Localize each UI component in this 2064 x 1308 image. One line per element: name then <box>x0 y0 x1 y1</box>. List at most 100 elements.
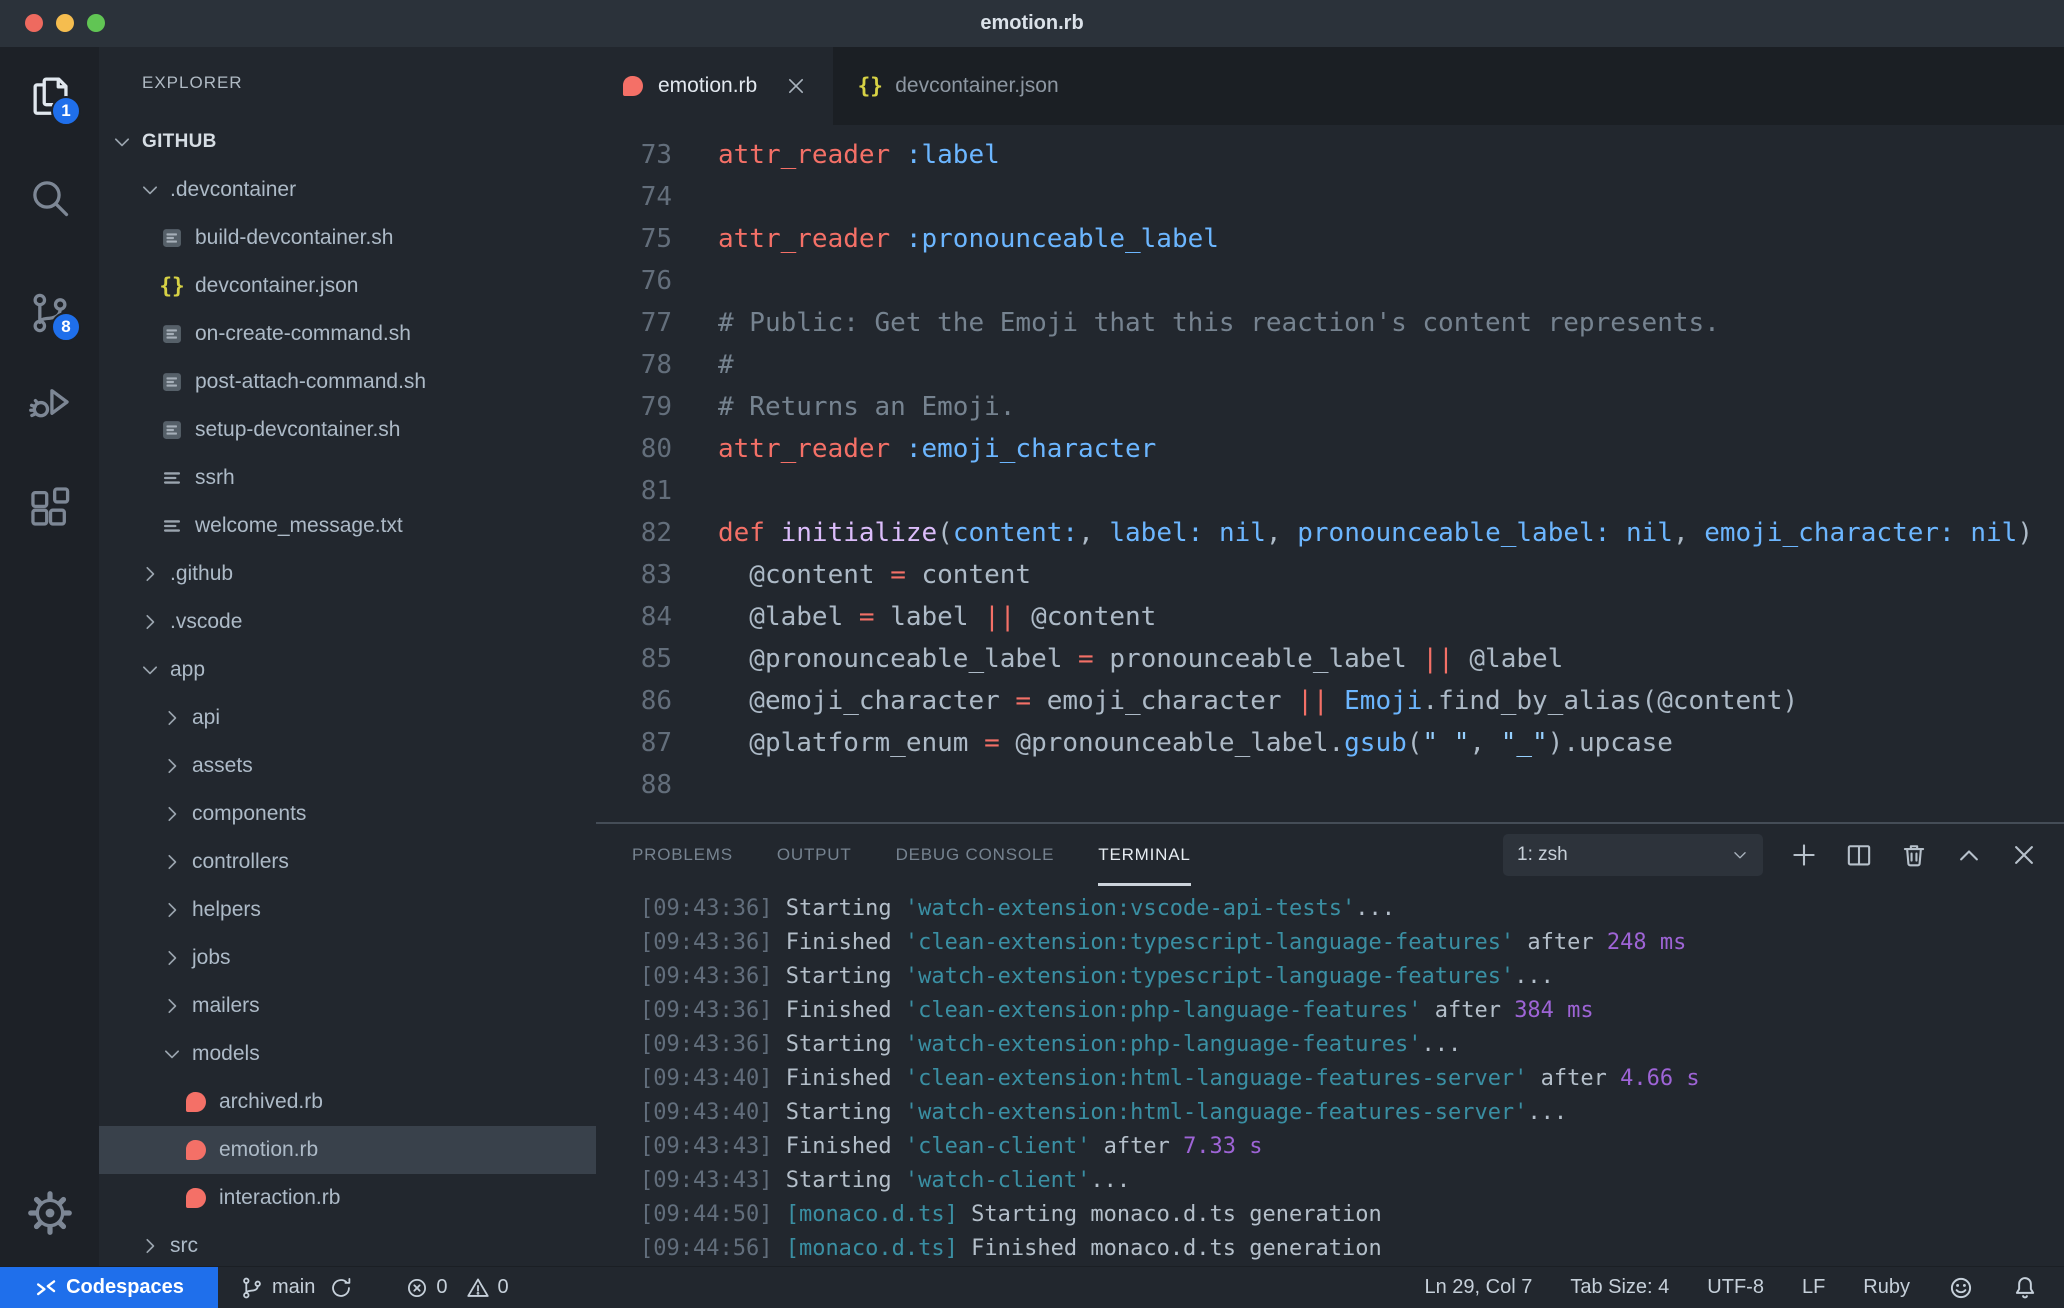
status-tab-size[interactable]: Tab Size: 4 <box>1570 1276 1669 1299</box>
tree-item-jobs[interactable]: jobs <box>99 934 596 982</box>
zoom-window-button[interactable] <box>87 14 105 32</box>
activity-search-button[interactable] <box>28 176 72 220</box>
tree-item-.vscode[interactable]: .vscode <box>99 598 596 646</box>
close-icon[interactable] <box>785 75 807 97</box>
editor-tab-devcontainer.json[interactable]: {} devcontainer.json <box>833 47 1084 125</box>
tree-item-label: emotion.rb <box>219 1138 319 1161</box>
tree-item-build-devcontainer.sh[interactable]: build-devcontainer.sh <box>99 214 596 262</box>
code-editor[interactable]: 73 attr_reader :label 74 75 attr_reader :pro… <box>596 125 2064 822</box>
tree-item-components[interactable]: components <box>99 790 596 838</box>
tree-item-api[interactable]: api <box>99 694 596 742</box>
feedback-icon[interactable] <box>1948 1275 1974 1301</box>
line-number: 74 <box>640 182 672 212</box>
terminal-output[interactable]: [09:43:36] Starting 'watch-extension:vsc… <box>596 886 2064 1266</box>
tree-item-interaction.rb[interactable]: interaction.rb <box>99 1174 596 1222</box>
panel-tab-problems[interactable]: PROBLEMS <box>632 824 733 886</box>
tree-item-helpers[interactable]: helpers <box>99 886 596 934</box>
chevron-right-icon <box>161 707 183 729</box>
terminal-segment: ... <box>1527 1100 1568 1125</box>
shell-file-icon <box>161 323 183 345</box>
activity-settings-button[interactable] <box>28 1191 72 1235</box>
notifications-icon[interactable] <box>2012 1275 2038 1301</box>
sync-icon[interactable] <box>329 1276 353 1300</box>
panel-tab-terminal[interactable]: TERMINAL <box>1098 824 1191 886</box>
activity-explorer-button[interactable]: 1 <box>28 75 81 126</box>
tab-label: emotion.rb <box>658 74 758 97</box>
terminal-segment: [09:43:43] <box>640 1168 773 1193</box>
token: pronounceable_label <box>1093 644 1423 674</box>
tree-item-assets[interactable]: assets <box>99 742 596 790</box>
chevron-down-icon <box>139 659 161 681</box>
tree-item-devcontainer.json[interactable]: {} devcontainer.json <box>99 262 596 310</box>
tree-item-archived.rb[interactable]: archived.rb <box>99 1078 596 1126</box>
activity-extensions-button[interactable] <box>28 486 72 530</box>
line-number: 88 <box>640 770 672 800</box>
token: ( <box>937 518 953 548</box>
status-language-mode[interactable]: Ruby <box>1863 1276 1910 1299</box>
tree-item-controllers[interactable]: controllers <box>99 838 596 886</box>
tree-item-setup-devcontainer.sh[interactable]: setup-devcontainer.sh <box>99 406 596 454</box>
status-encoding[interactable]: UTF-8 <box>1707 1276 1764 1299</box>
terminal-segment <box>772 1202 785 1227</box>
keyword-token: || <box>1297 686 1329 716</box>
kill-terminal-button[interactable] <box>1900 841 1928 869</box>
tree-item-on-create-command.sh[interactable]: on-create-command.sh <box>99 310 596 358</box>
codespaces-remote-indicator[interactable]: Codespaces <box>0 1267 218 1308</box>
token: @label <box>718 602 859 632</box>
token: , <box>1672 518 1689 548</box>
chevron-down-icon <box>161 1043 183 1065</box>
status-right: Ln 29, Col 7 Tab Size: 4 UTF-8 LF Ruby <box>1424 1275 2064 1301</box>
terminal-segment: 'watch-extension:vscode-api-tests' <box>904 896 1356 921</box>
remote-icon <box>34 1277 56 1299</box>
activity-source-control-button[interactable]: 8 <box>28 291 81 342</box>
tree-item-welcome_message.txt[interactable]: welcome_message.txt <box>99 502 596 550</box>
tree-item-mailers[interactable]: mailers <box>99 982 596 1030</box>
terminal-line: [09:43:40] Finished 'clean-extension:htm… <box>640 1062 2064 1096</box>
activity-run-debug-button[interactable] <box>28 380 72 424</box>
chevron-right-icon <box>139 1235 161 1257</box>
terminal-segment: [09:43:40] <box>640 1100 773 1125</box>
extensions-icon <box>28 486 72 530</box>
terminal-segment: Finished <box>772 1066 905 1091</box>
branch-indicator[interactable]: main <box>240 1276 315 1300</box>
status-cursor-position[interactable]: Ln 29, Col 7 <box>1424 1276 1532 1299</box>
tree-item-src[interactable]: src <box>99 1222 596 1266</box>
panel-tab-debug-console[interactable]: DEBUG CONSOLE <box>896 824 1055 886</box>
tree-item-emotion.rb[interactable]: emotion.rb <box>99 1126 596 1174</box>
new-terminal-button[interactable] <box>1790 841 1818 869</box>
tree-item-models[interactable]: models <box>99 1030 596 1078</box>
error-count: 0 <box>436 1276 448 1298</box>
ruby-file-icon <box>185 1091 207 1113</box>
terminal-select[interactable]: 1: zsh <box>1503 834 1763 876</box>
tree-item-.github[interactable]: .github <box>99 550 596 598</box>
line-number: 80 <box>640 434 672 464</box>
split-terminal-button[interactable] <box>1845 841 1873 869</box>
code-line-86: 86 @emoji_character = emoji_character ||… <box>596 680 2064 722</box>
panel-tab-output[interactable]: OUTPUT <box>777 824 852 886</box>
close-window-button[interactable] <box>25 14 43 32</box>
minimize-window-button[interactable] <box>56 14 74 32</box>
terminal-segment: [09:44:56] <box>640 1236 773 1261</box>
close-panel-button[interactable] <box>2010 841 2038 869</box>
status-eol[interactable]: LF <box>1802 1276 1825 1299</box>
tree-item-post-attach-command.sh[interactable]: post-attach-command.sh <box>99 358 596 406</box>
problems-indicator[interactable]: 00 <box>405 1276 509 1300</box>
line-number: 86 <box>640 686 672 716</box>
tree-item-GITHUB[interactable]: GITHUB <box>99 118 596 166</box>
terminal-line: [09:43:40] Starting 'watch-extension:htm… <box>640 1096 2064 1130</box>
tree-item-ssrh[interactable]: ssrh <box>99 454 596 502</box>
sidebar-title: EXPLORER <box>142 73 243 92</box>
tree-item-.devcontainer[interactable]: .devcontainer <box>99 166 596 214</box>
editor-tab-emotion.rb[interactable]: emotion.rb <box>596 47 834 125</box>
code-line-79: 79 # Returns an Emoji. <box>596 386 2064 428</box>
terminal-line: [09:43:36] Finished 'clean-extension:php… <box>640 994 2064 1028</box>
tree-item-app[interactable]: app <box>99 646 596 694</box>
warning-count: 0 <box>497 1276 509 1298</box>
maximize-panel-button[interactable] <box>1955 841 1983 869</box>
